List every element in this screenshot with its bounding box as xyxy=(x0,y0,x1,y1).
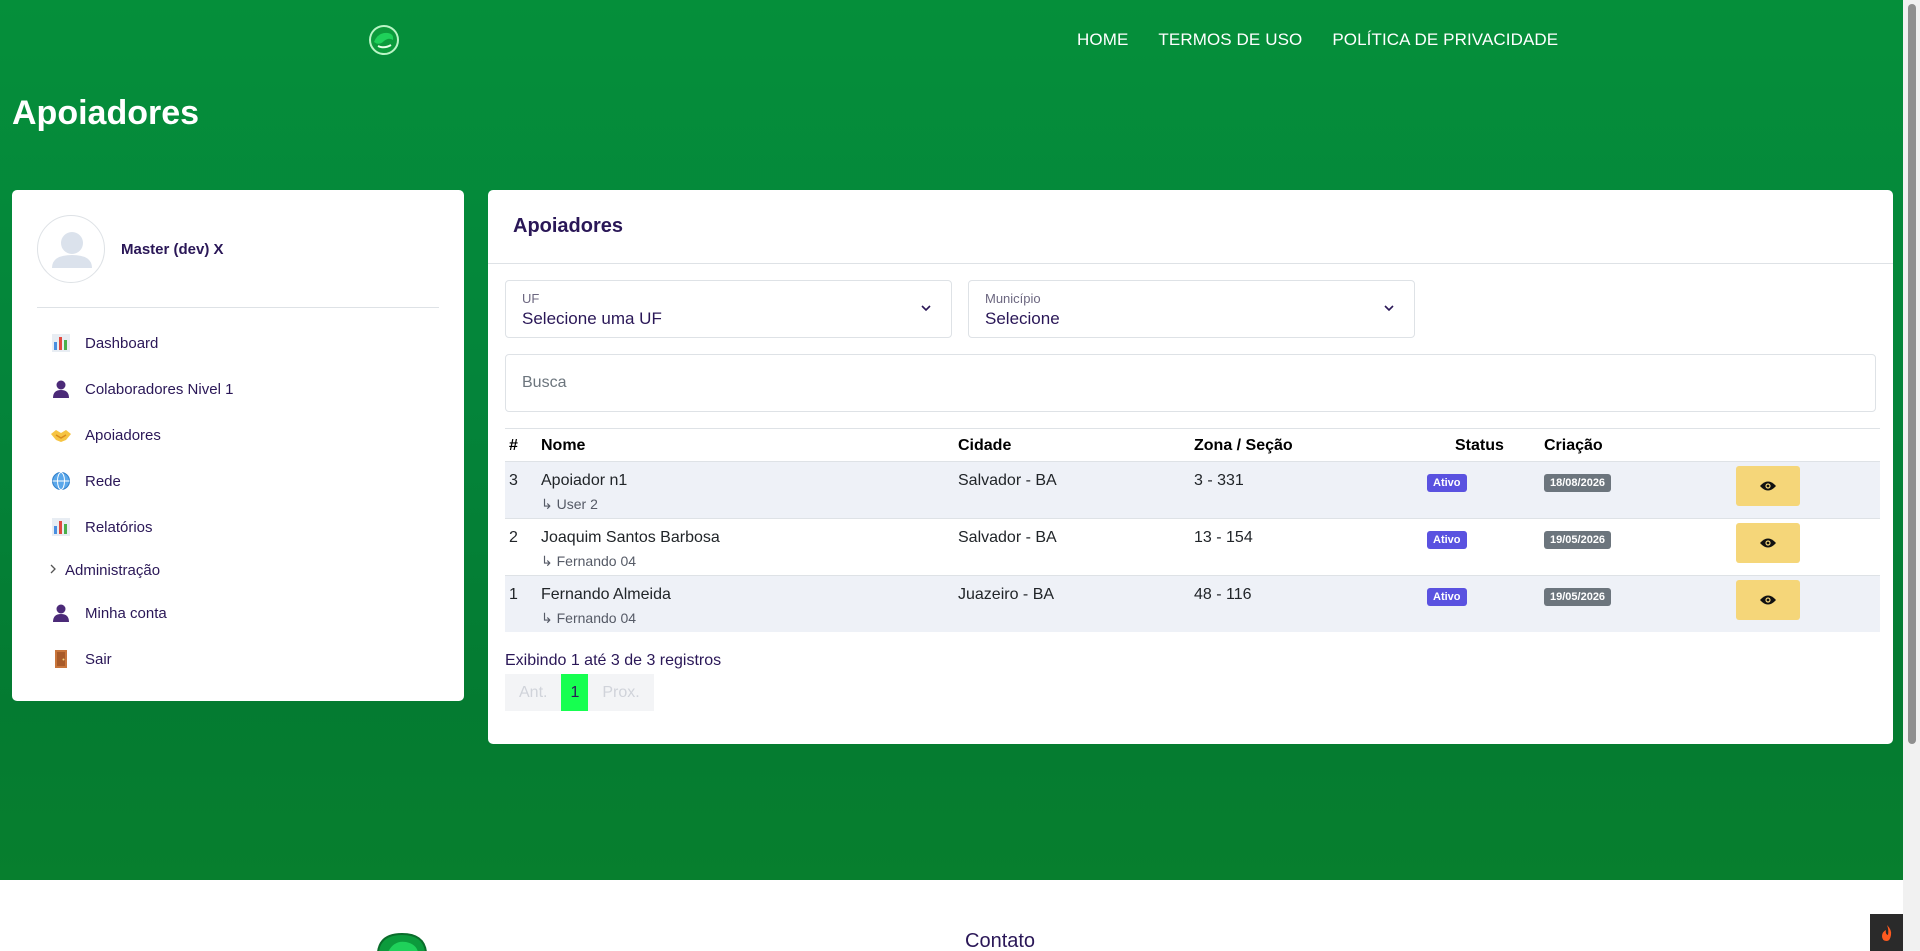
row-nome: Apoiador n1 xyxy=(541,472,628,489)
sidebar-item-label: Colaboradores Nivel 1 xyxy=(85,380,234,398)
eye-icon xyxy=(1760,481,1776,491)
sidebar-divider xyxy=(37,307,439,308)
page-1-button[interactable]: 1 xyxy=(561,674,589,711)
row-zona: 3 - 331 xyxy=(1194,472,1244,489)
main-panel: Apoiadores UF Selecione uma UF Município… xyxy=(488,190,1893,744)
row-referrer: ↳ User 2 xyxy=(541,496,598,512)
row-referrer: ↳ Fernando 04 xyxy=(541,610,637,626)
next-page-button[interactable]: Prox. xyxy=(588,674,654,711)
col-header-zona: Zona / Seção xyxy=(1194,437,1293,454)
row-cidade: Juazeiro - BA xyxy=(958,586,1055,603)
page-scrollbar[interactable] xyxy=(1903,0,1920,951)
chevron-down-icon xyxy=(919,301,933,320)
sidebar-item-label: Rede xyxy=(85,472,121,490)
user-name: Master (dev) X xyxy=(121,240,224,258)
apoiadores-table: # Nome Cidade Zona / Seção Status Criaçã… xyxy=(505,428,1880,632)
footer-contact-title: Contato xyxy=(965,930,1036,951)
date-badge: 18/08/2026 xyxy=(1544,474,1612,492)
row-referrer: ↳ Fernando 04 xyxy=(541,553,637,569)
brand-logo[interactable] xyxy=(366,22,402,58)
row-cidade: Salvador - BA xyxy=(958,472,1057,489)
pagination: Ant. 1 Prox. xyxy=(505,674,654,711)
bar-chart-icon xyxy=(49,515,73,539)
chevron-right-icon xyxy=(49,563,59,577)
main-nav: HOME TERMOS DE USO POLÍTICA DE PRIVACIDA… xyxy=(1077,30,1558,50)
globe-icon xyxy=(49,469,73,493)
municipio-select-label: Município xyxy=(985,291,1041,306)
page-title: Apoiadores xyxy=(12,94,200,132)
search-input[interactable] xyxy=(505,354,1876,412)
sidebar-item-minha-conta[interactable]: Minha conta xyxy=(37,590,439,636)
panel-title: Apoiadores xyxy=(513,215,624,237)
handshake-icon xyxy=(49,423,73,447)
sidebar-item-label: Administração xyxy=(65,561,161,579)
eye-icon xyxy=(1760,538,1776,548)
sidebar-item-label: Relatórios xyxy=(85,518,153,536)
nav-privacy-link[interactable]: POLÍTICA DE PRIVACIDADE xyxy=(1332,30,1558,50)
row-id: 2 xyxy=(509,529,518,546)
sidebar-item-dashboard[interactable]: Dashboard xyxy=(37,320,439,366)
sidebar: Master (dev) X Dashboard Colaboradores N… xyxy=(12,190,464,701)
user-profile: Master (dev) X xyxy=(37,215,224,283)
bar-chart-icon xyxy=(49,331,73,355)
door-icon xyxy=(49,647,73,671)
view-button[interactable] xyxy=(1736,580,1800,620)
sidebar-item-label: Apoiadores xyxy=(85,426,161,444)
sidebar-item-rede[interactable]: Rede xyxy=(37,458,439,504)
status-badge: Ativo xyxy=(1427,531,1467,549)
row-nome: Fernando Almeida xyxy=(541,586,671,603)
col-header-criacao: Criação xyxy=(1544,437,1603,454)
col-header-nome: Nome xyxy=(541,437,586,454)
municipio-select-value: Selecione xyxy=(985,309,1060,328)
chevron-down-icon xyxy=(1382,301,1396,320)
sidebar-item-administracao[interactable]: Administração xyxy=(37,550,439,590)
table-row: 3 Apoiador n1 ↳ User 2 Salvador - BA 3 -… xyxy=(505,461,1880,518)
flame-icon[interactable] xyxy=(1870,914,1903,951)
avatar xyxy=(37,215,105,283)
row-zona: 13 - 154 xyxy=(1194,529,1253,546)
person-icon xyxy=(49,601,73,625)
table-row: 1 Fernando Almeida ↳ Fernando 04 Juazeir… xyxy=(505,575,1880,632)
sidebar-item-relatorios[interactable]: Relatórios xyxy=(37,504,439,550)
footer-logo xyxy=(376,932,428,951)
row-zona: 48 - 116 xyxy=(1194,586,1252,603)
col-header-cidade: Cidade xyxy=(958,437,1012,454)
table-row: 2 Joaquim Santos Barbosa ↳ Fernando 04 S… xyxy=(505,518,1880,575)
sidebar-item-colaboradores[interactable]: Colaboradores Nivel 1 xyxy=(37,366,439,412)
date-badge: 19/05/2026 xyxy=(1544,531,1612,549)
person-icon xyxy=(49,377,73,401)
panel-header: Apoiadores xyxy=(488,190,1893,264)
top-navbar: HOME TERMOS DE USO POLÍTICA DE PRIVACIDA… xyxy=(0,0,1903,80)
sidebar-item-apoiadores[interactable]: Apoiadores xyxy=(37,412,439,458)
prev-page-button[interactable]: Ant. xyxy=(505,674,562,711)
nav-terms-link[interactable]: TERMOS DE USO xyxy=(1158,30,1302,50)
status-badge: Ativo xyxy=(1427,588,1467,606)
row-cidade: Salvador - BA xyxy=(958,529,1057,546)
eye-icon xyxy=(1760,595,1776,605)
user-avatar-icon xyxy=(52,232,92,268)
row-nome: Joaquim Santos Barbosa xyxy=(541,529,720,546)
view-button[interactable] xyxy=(1736,523,1800,563)
uf-select-value: Selecione uma UF xyxy=(522,309,662,328)
municipio-select[interactable]: Município Selecione xyxy=(968,280,1415,338)
scrollbar-thumb[interactable] xyxy=(1908,4,1916,744)
col-header-status: Status xyxy=(1455,437,1504,454)
sidebar-menu: Dashboard Colaboradores Nivel 1 Apoiador… xyxy=(37,320,439,682)
nav-home-link[interactable]: HOME xyxy=(1077,30,1128,50)
table-info: Exibindo 1 até 3 de 3 registros xyxy=(505,652,722,669)
table-header: # Nome Cidade Zona / Seção Status Criaçã… xyxy=(505,429,1880,461)
sidebar-item-label: Minha conta xyxy=(85,604,167,622)
view-button[interactable] xyxy=(1736,466,1800,506)
sidebar-item-label: Dashboard xyxy=(85,334,159,352)
col-header-id: # xyxy=(509,437,518,454)
row-id: 1 xyxy=(509,586,518,603)
uf-select-label: UF xyxy=(522,291,540,306)
row-id: 3 xyxy=(509,472,518,489)
date-badge: 19/05/2026 xyxy=(1544,588,1612,606)
sidebar-item-sair[interactable]: Sair xyxy=(37,636,439,682)
sidebar-item-label: Sair xyxy=(85,650,112,668)
uf-select[interactable]: UF Selecione uma UF xyxy=(505,280,952,338)
status-badge: Ativo xyxy=(1427,474,1467,492)
